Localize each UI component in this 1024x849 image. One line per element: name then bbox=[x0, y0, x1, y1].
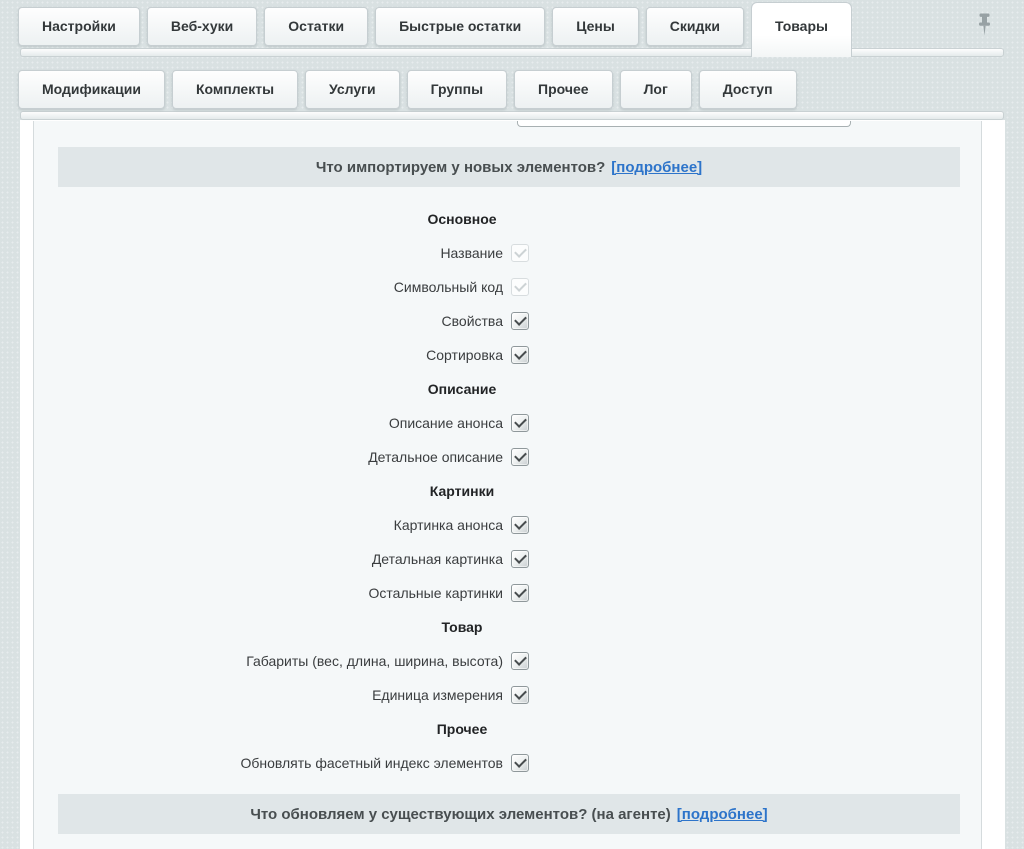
checkbox-label: Сортировка bbox=[426, 347, 503, 363]
checkbox[interactable] bbox=[511, 754, 529, 772]
tab-bundles[interactable]: Комплекты bbox=[172, 70, 298, 109]
checkbox-label: Картинка анонса bbox=[394, 517, 503, 533]
checkbox-label: Остальные картинки bbox=[369, 585, 503, 601]
group-header-row: Основное bbox=[34, 202, 981, 236]
group-header-row: Товар bbox=[34, 610, 981, 644]
checkbox-label: Габариты (вес, длина, ширина, высота) bbox=[246, 653, 503, 669]
group-header: Основное bbox=[34, 211, 890, 227]
tab-settings[interactable]: Настройки bbox=[18, 7, 140, 46]
group-header: Описание bbox=[34, 381, 890, 397]
checkbox-label: Единица измерения bbox=[372, 687, 503, 703]
tab-bar-main: НастройкиВеб-хукиОстаткиБыстрые остаткиЦ… bbox=[18, 7, 852, 62]
checkbox[interactable] bbox=[511, 686, 529, 704]
section-header-import-new: Что импортируем у новых элементов? [подр… bbox=[58, 147, 960, 187]
checkbox bbox=[511, 244, 529, 262]
tab-prices[interactable]: Цены bbox=[552, 7, 639, 46]
checkbox-row: Описание анонса bbox=[34, 406, 981, 440]
checkbox-row: Сортировка bbox=[34, 338, 981, 372]
checkbox bbox=[511, 278, 529, 296]
checkbox-row: Картинка анонса bbox=[34, 508, 981, 542]
group-header-row: Прочее bbox=[34, 712, 981, 746]
checkbox-row: Единица измерения bbox=[34, 678, 981, 712]
checkbox[interactable] bbox=[511, 448, 529, 466]
details-link[interactable]: [подробнее] bbox=[611, 159, 702, 176]
checkbox-row: Обновлять фасетный индекс элементов bbox=[34, 746, 981, 780]
checkbox-row: Название bbox=[34, 236, 981, 270]
group-header-row: Картинки bbox=[34, 474, 981, 508]
checkbox-label: Символьный код bbox=[394, 279, 503, 295]
group-header-row: Описание bbox=[34, 372, 981, 406]
group-header: Картинки bbox=[34, 483, 890, 499]
checkbox[interactable] bbox=[511, 312, 529, 330]
checkbox[interactable] bbox=[511, 346, 529, 364]
checkbox-label: Название bbox=[440, 245, 503, 261]
tab-products[interactable]: Товары bbox=[751, 2, 852, 57]
tab-webhooks[interactable]: Веб-хуки bbox=[147, 7, 257, 46]
tab-log[interactable]: Лог bbox=[620, 70, 692, 109]
checkbox[interactable] bbox=[511, 414, 529, 432]
tab-bar-products: МодификацииКомплектыУслугиГруппыПрочееЛо… bbox=[18, 70, 797, 109]
settings-window: Что импортируем у новых элементов? [подр… bbox=[20, 120, 1005, 849]
checkbox[interactable] bbox=[511, 652, 529, 670]
tab-quick-stocks[interactable]: Быстрые остатки bbox=[375, 7, 545, 46]
checkbox[interactable] bbox=[511, 516, 529, 534]
checkbox-row: Детальное описание bbox=[34, 440, 981, 474]
checkbox-row: Свойства bbox=[34, 304, 981, 338]
tab-access[interactable]: Доступ bbox=[699, 70, 797, 109]
checkbox-label: Свойства bbox=[442, 313, 503, 329]
checkbox-label: Обновлять фасетный индекс элементов bbox=[240, 755, 503, 771]
group-header: Прочее bbox=[34, 721, 890, 737]
checkbox-label: Детальное описание bbox=[368, 449, 503, 465]
tab-modifications[interactable]: Модификации bbox=[18, 70, 165, 109]
checkbox[interactable] bbox=[511, 550, 529, 568]
tab-discounts[interactable]: Скидки bbox=[646, 7, 744, 46]
checkbox-row: Остальные картинки bbox=[34, 576, 981, 610]
import-options-list: Основное Название Символьный код Свойства Со… bbox=[34, 202, 981, 780]
page: НастройкиВеб-хукиОстаткиБыстрые остаткиЦ… bbox=[0, 0, 1024, 849]
tab-bar-products-baseline bbox=[20, 111, 1004, 120]
group-header: Товар bbox=[34, 619, 890, 635]
section-header-update-existing: Что обновляем у существующих элементов? … bbox=[58, 794, 960, 834]
checkbox-label: Детальная картинка bbox=[372, 551, 503, 567]
tab-groups[interactable]: Группы bbox=[407, 70, 507, 109]
checkbox-row: Символьный код bbox=[34, 270, 981, 304]
checkbox[interactable] bbox=[511, 584, 529, 602]
tab-services[interactable]: Услуги bbox=[305, 70, 400, 109]
checkbox-label: Описание анонса bbox=[389, 415, 503, 431]
checkbox-row: Габариты (вес, длина, ширина, высота) bbox=[34, 644, 981, 678]
tab-other[interactable]: Прочее bbox=[514, 70, 613, 109]
cropped-select-field[interactable] bbox=[517, 121, 851, 127]
details-link[interactable]: [подробнее] bbox=[677, 806, 768, 823]
tab-stocks[interactable]: Остатки bbox=[264, 7, 368, 46]
pin-icon[interactable] bbox=[977, 13, 992, 38]
checkbox-row: Детальная картинка bbox=[34, 542, 981, 576]
products-tab-panel: Что импортируем у новых элементов? [подр… bbox=[33, 121, 982, 849]
section-title: Что импортируем у новых элементов? bbox=[316, 159, 605, 176]
section-title: Что обновляем у существующих элементов? … bbox=[250, 806, 670, 823]
